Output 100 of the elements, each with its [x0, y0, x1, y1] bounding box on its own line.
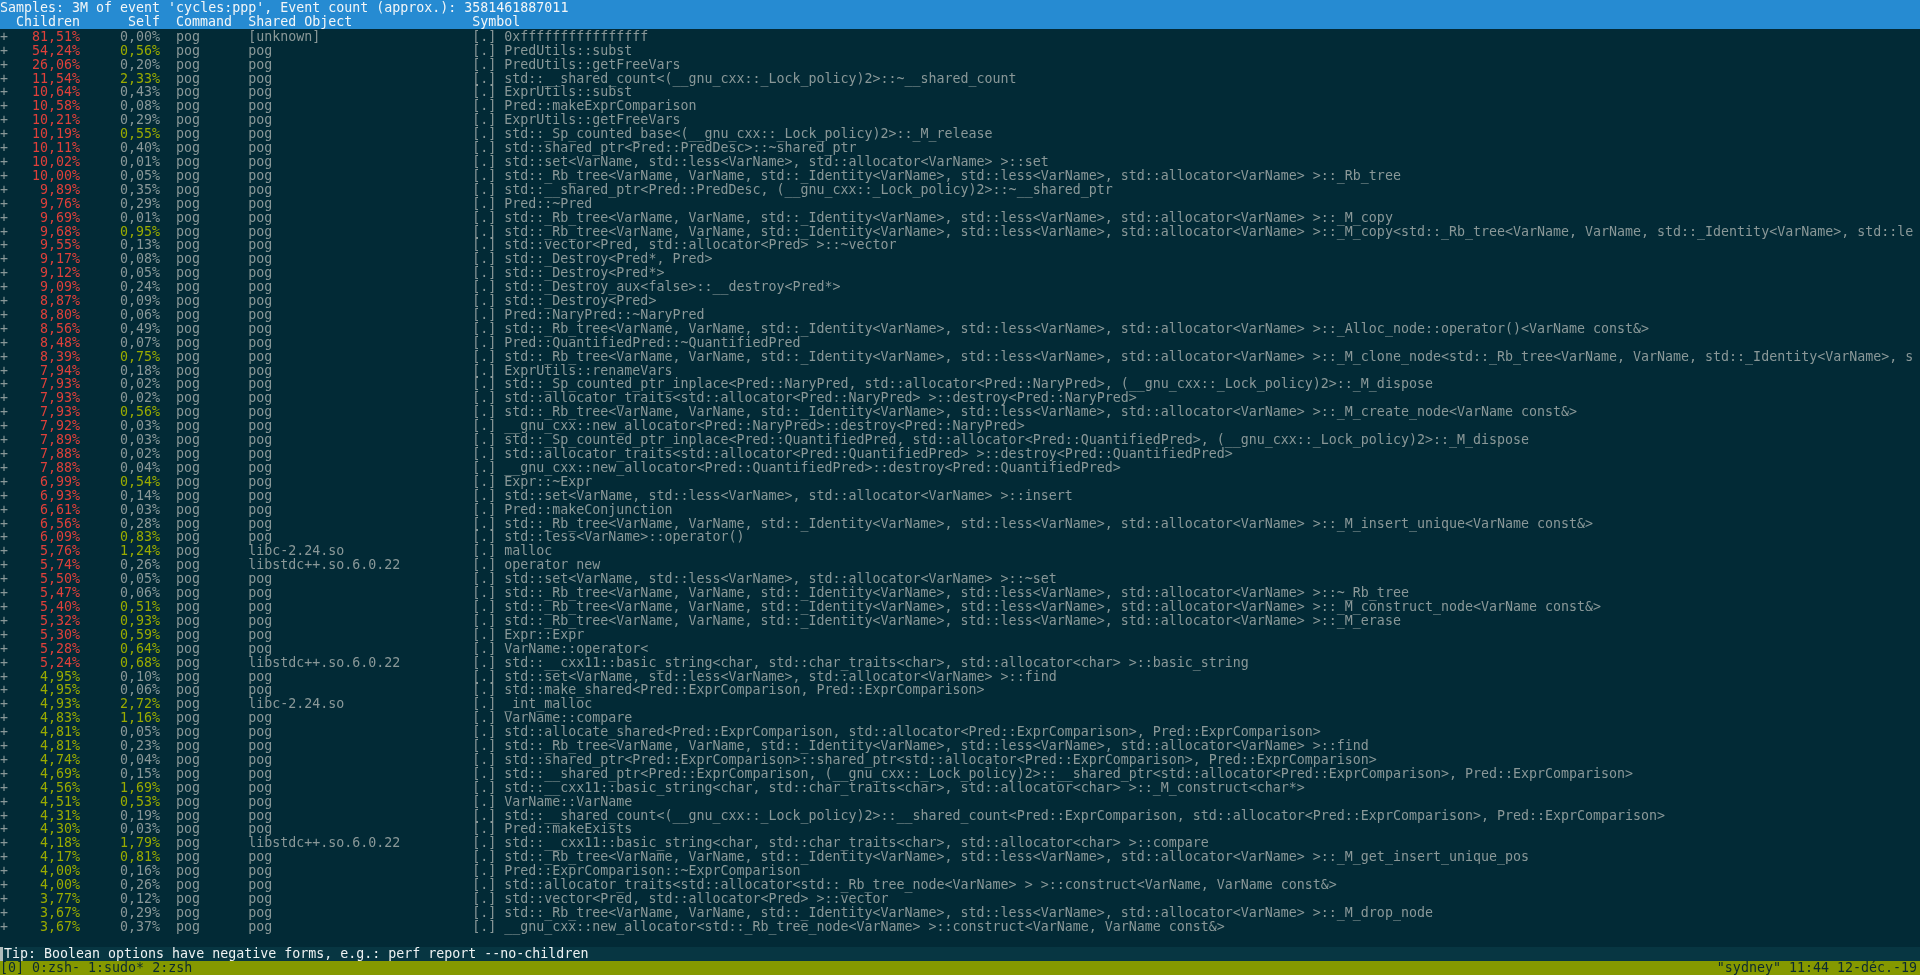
- column-header[interactable]: Self: [128, 14, 161, 29]
- symbol-name[interactable]: Pred::makeExists: [504, 822, 633, 837]
- symbol-name[interactable]: std::allocator_traits<std::allocator<std::_Rb_tree_node<VarName> > >::construct<VarName, VarName const&>: [504, 878, 1337, 892]
- expand-toggle[interactable]: +: [0, 599, 8, 614]
- symbol-name[interactable]: std::vector<Pred, std::allocator<Pred> >::vector: [504, 892, 889, 906]
- expand-toggle[interactable]: +: [0, 433, 8, 447]
- expand-toggle[interactable]: +: [0, 141, 8, 155]
- symbol-name[interactable]: std::_Sp_counted_ptr_inplace<Pred::QuantifiedPred, std::allocator<Pred::QuantifiedPred>, (__gnu_cxx::_Lock_policy)2>::_M_dispose: [504, 433, 1529, 447]
- symbol-name[interactable]: std::_Sp_counted_base<(__gnu_cxx::_Lock_policy)2>::_M_release: [504, 127, 993, 142]
- symbol-name[interactable]: std::__shared_count<(__gnu_cxx::_Lock_policy)2>::~__shared_count: [504, 71, 1017, 86]
- expand-toggle[interactable]: +: [0, 572, 8, 587]
- expand-toggle[interactable]: +: [0, 752, 8, 767]
- expand-toggle[interactable]: +: [0, 794, 8, 809]
- expand-toggle[interactable]: +: [0, 460, 8, 475]
- expand-toggle[interactable]: +: [0, 71, 8, 86]
- symbol-name[interactable]: std::_Rb_tree<VarName, VarName, std::_Identity<VarName>, std::less<VarName>, std::allocator<VarName> >::_M_copy<std::_Rb_tree<VarName, VarName, std::_Identity<VarName>, std::le: [504, 224, 1914, 239]
- symbol-name[interactable]: std::make_shared<Pred::ExprComparison, Pred::ExprComparison>: [504, 683, 985, 698]
- expand-toggle[interactable]: +: [0, 447, 8, 461]
- symbol-name[interactable]: VarName::operator<: [504, 641, 649, 656]
- symbol-name[interactable]: VarName::compare: [504, 711, 633, 726]
- expand-toggle[interactable]: +: [0, 780, 8, 795]
- symbol-name[interactable]: std::_Destroy<Pred*>: [504, 266, 665, 281]
- expand-toggle[interactable]: +: [0, 307, 8, 322]
- expand-toggle[interactable]: +: [0, 196, 8, 211]
- expand-toggle[interactable]: +: [0, 266, 8, 281]
- symbol-name[interactable]: Pred::~Pred: [504, 196, 593, 211]
- expand-toggle[interactable]: +: [0, 488, 8, 503]
- expand-toggle[interactable]: +: [0, 57, 8, 72]
- symbol-name[interactable]: ExprUtils::getFreeVars: [504, 113, 681, 128]
- symbol-name[interactable]: PredUtils::subst: [504, 43, 633, 58]
- expand-toggle[interactable]: +: [0, 391, 8, 406]
- symbol-name[interactable]: std::_Rb_tree<VarName, VarName, std::_Identity<VarName>, std::less<VarName>, std::allocator<VarName> >::~_Rb_tree: [504, 586, 1409, 600]
- expand-toggle[interactable]: +: [0, 127, 8, 142]
- expand-toggle[interactable]: +: [0, 85, 8, 100]
- symbol-name[interactable]: ExprUtils::renameVars: [504, 363, 673, 378]
- expand-toggle[interactable]: +: [0, 892, 8, 906]
- symbol-name[interactable]: Pred::QuantifiedPred::~QuantifiedPred: [504, 335, 801, 350]
- expand-toggle[interactable]: +: [0, 168, 8, 183]
- symbol-name[interactable]: std::_Rb_tree<VarName, VarName, std::_Identity<VarName>, std::less<VarName>, std::allocator<VarName> >::_M_insert_unique<VarName const&>: [504, 516, 1594, 531]
- expand-toggle[interactable]: +: [0, 808, 8, 823]
- expand-toggle[interactable]: +: [0, 210, 8, 225]
- expand-toggle[interactable]: +: [0, 850, 8, 865]
- symbol-name[interactable]: 0xffffffffffffffff: [504, 29, 649, 44]
- symbol-name[interactable]: Pred::makeExprComparison: [504, 99, 697, 114]
- expand-toggle[interactable]: +: [0, 474, 8, 489]
- expand-toggle[interactable]: +: [0, 711, 8, 726]
- symbol-name[interactable]: Pred::makeConjunction: [504, 502, 673, 517]
- expand-toggle[interactable]: +: [0, 154, 8, 169]
- symbol-name[interactable]: std::_Rb_tree<VarName, VarName, std::_Identity<VarName>, std::less<VarName>, std::allocator<VarName> >::_M_create_node<VarName const&>: [504, 405, 1577, 420]
- symbol-name[interactable]: std::_Rb_tree<VarName, VarName, std::_Identity<VarName>, std::less<VarName>, std::allocator<VarName> >::_M_get_insert_unique_pos: [504, 850, 1529, 865]
- symbol-name[interactable]: std::__cxx11::basic_string<char, std::char_traits<char>, std::allocator<char> >::compare: [504, 836, 1209, 851]
- symbol-name[interactable]: std::_Rb_tree<VarName, VarName, std::_Identity<VarName>, std::less<VarName>, std::allocator<VarName> >::_Alloc_node::operator()<VarName const&>: [504, 321, 1650, 336]
- expand-toggle[interactable]: +: [0, 822, 8, 837]
- expand-toggle[interactable]: +: [0, 29, 8, 44]
- symbol-name[interactable]: _int_malloc: [504, 697, 593, 712]
- symbol-name[interactable]: std::shared_ptr<Pred::PredDesc>::~shared_ptr: [504, 141, 857, 155]
- symbol-name[interactable]: std::__cxx11::basic_string<char, std::char_traits<char>, std::allocator<char> >::basic_string: [504, 655, 1249, 670]
- expand-toggle[interactable]: +: [0, 502, 8, 517]
- expand-toggle[interactable]: +: [0, 905, 8, 920]
- symbol-name[interactable]: std::vector<Pred, std::allocator<Pred> >::~vector: [504, 238, 897, 253]
- expand-toggle[interactable]: +: [0, 280, 8, 295]
- symbol-name[interactable]: PredUtils::getFreeVars: [504, 57, 681, 72]
- expand-toggle[interactable]: +: [0, 405, 8, 420]
- symbol-name[interactable]: std::_Rb_tree<VarName, VarName, std::_Identity<VarName>, std::less<VarName>, std::allocator<VarName> >::find: [504, 739, 1369, 753]
- symbol-name[interactable]: ExprUtils::subst: [504, 85, 633, 100]
- expand-toggle[interactable]: +: [0, 627, 8, 642]
- symbol-name[interactable]: std::allocate_shared<Pred::ExprComparison, std::allocator<Pred::ExprComparison>, Pred::ExprComparison>: [504, 725, 1321, 740]
- expand-toggle[interactable]: +: [0, 544, 8, 559]
- window-tab[interactable]: 2:zsh: [152, 961, 193, 975]
- expand-toggle[interactable]: +: [0, 182, 8, 197]
- symbol-name[interactable]: std::_Destroy<Pred*, Pred>: [504, 252, 713, 267]
- column-header[interactable]: Symbol: [472, 14, 521, 29]
- symbol-name[interactable]: std::__shared_count<(__gnu_cxx::_Lock_policy)2>::__shared_count<Pred::ExprComparison, std::allocator<Pred::ExprComparison>, Pred::ExprComparison>: [504, 808, 1666, 823]
- expand-toggle[interactable]: +: [0, 321, 8, 336]
- symbol-name[interactable]: Pred::ExprComparison::~ExprComparison: [504, 864, 801, 879]
- symbol-name[interactable]: std::_Rb_tree<VarName, VarName, std::_Identity<VarName>, std::less<VarName>, std::allocator<VarName> >::_M_clone_node<std::_Rb_tree<VarName, VarName, std::_Identity<VarName>, s: [504, 349, 1914, 364]
- expand-toggle[interactable]: +: [0, 864, 8, 879]
- symbol-name[interactable]: std::_Destroy<Pred>: [504, 294, 657, 308]
- symbol-name[interactable]: operator new: [504, 558, 601, 573]
- symbol-name[interactable]: std::__shared_ptr<Pred::PredDesc, (__gnu_cxx::_Lock_policy)2>::~__shared_ptr: [504, 182, 1113, 197]
- symbol-name[interactable]: std::less<VarName>::operator(): [504, 530, 745, 545]
- expand-toggle[interactable]: +: [0, 335, 8, 350]
- column-header[interactable]: Children: [16, 14, 81, 29]
- expand-toggle[interactable]: +: [0, 725, 8, 740]
- symbol-name[interactable]: VarName::VarName: [504, 794, 633, 809]
- symbol-name[interactable]: std::allocator_traits<std::allocator<Pred::QuantifiedPred> >::destroy<Pred::QuantifiedPred>: [504, 447, 1233, 461]
- column-header[interactable]: Shared Object: [248, 14, 353, 29]
- symbol-name[interactable]: Expr::~Expr: [504, 474, 593, 489]
- expand-toggle[interactable]: +: [0, 766, 8, 781]
- symbol-name[interactable]: std::allocator_traits<std::allocator<Pred::NaryPred> >::destroy<Pred::NaryPred>: [504, 391, 1137, 406]
- expand-toggle[interactable]: +: [0, 697, 8, 712]
- expand-toggle[interactable]: +: [0, 641, 8, 656]
- expand-toggle[interactable]: +: [0, 238, 8, 253]
- expand-toggle[interactable]: +: [0, 613, 8, 628]
- expand-toggle[interactable]: +: [0, 349, 8, 364]
- symbol-name[interactable]: std::_Rb_tree<VarName, VarName, std::_Identity<VarName>, std::less<VarName>, std::allocator<VarName> >::_Rb_tree: [504, 168, 1401, 183]
- expand-toggle[interactable]: +: [0, 919, 8, 934]
- column-header[interactable]: Command: [176, 14, 233, 29]
- symbol-name[interactable]: Expr::Expr: [504, 627, 585, 642]
- expand-toggle[interactable]: +: [0, 739, 8, 753]
